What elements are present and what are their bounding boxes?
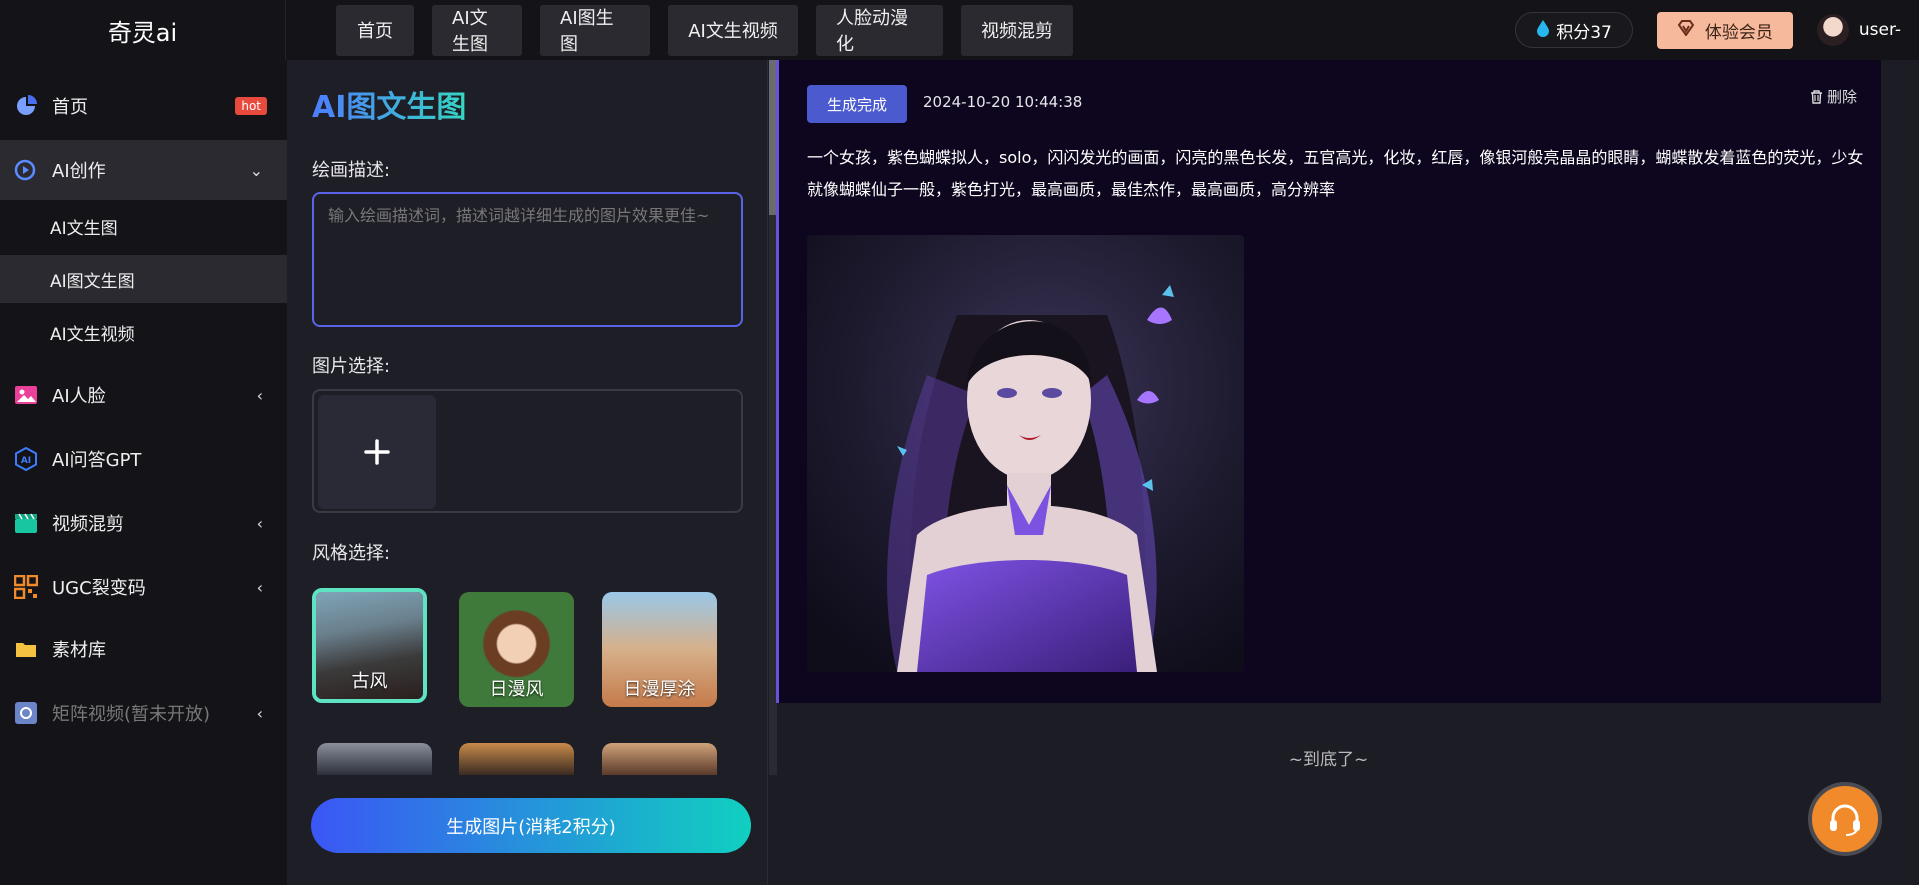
sidebar-label: 首页 bbox=[52, 97, 88, 118]
water-drop-icon bbox=[1536, 19, 1550, 42]
sidebar-subitem-ai-image-text-to-image[interactable]: AI图文生图 bbox=[0, 255, 287, 303]
sidebar-item-assets[interactable]: 素材库 bbox=[0, 620, 287, 678]
result-prompt-text: 一个女孩，紫色蝴蝶拟人，solo，闪闪发光的画面，闪亮的黑色长发，五官高光，化妆… bbox=[807, 148, 1864, 199]
sidebar-item-home[interactable]: 首页 hot bbox=[0, 77, 287, 135]
points-text: 积分37 bbox=[1556, 22, 1612, 43]
topnav-ai-text-to-video[interactable]: AI文生视频 bbox=[668, 4, 798, 56]
app-logo[interactable]: 奇灵ai bbox=[0, 0, 286, 60]
prompt-textarea[interactable]: 输入绘画描述词，描述词越详细生成的图片效果更佳~ bbox=[312, 192, 743, 327]
folder-icon bbox=[14, 637, 38, 661]
sidebar-item-video-mix[interactable]: 视频混剪 ‹ bbox=[0, 494, 287, 552]
sidebar-item-ai-gpt[interactable]: AI AI问答GPT bbox=[0, 430, 287, 488]
sidebar-subitem-ai-text-to-video[interactable]: AI文生视频 bbox=[0, 308, 287, 356]
points-badge[interactable]: 积分37 bbox=[1515, 12, 1633, 48]
plus-icon bbox=[364, 439, 390, 465]
vip-button[interactable]: 体验会员 bbox=[1656, 11, 1793, 49]
generation-form-panel: AI图文生图 绘画描述: 输入绘画描述词，描述词越详细生成的图片效果更佳~ 图片… bbox=[287, 60, 777, 885]
header-actions: 积分37 体验会员 user- bbox=[1515, 0, 1901, 60]
style-card-anime[interactable]: 日漫风 bbox=[459, 592, 574, 707]
sidebar-label: AI问答GPT bbox=[52, 450, 142, 471]
avatar bbox=[1816, 14, 1849, 46]
ai-chat-icon: AI bbox=[14, 447, 38, 471]
topnav-ai-image-to-image[interactable]: AI图生图 bbox=[540, 4, 650, 56]
sidebar-label: 素材库 bbox=[52, 640, 106, 661]
svg-text:AI: AI bbox=[21, 456, 31, 466]
generate-button[interactable]: 生成图片(消耗2积分) bbox=[311, 798, 751, 853]
status-badge: 生成完成 bbox=[807, 85, 907, 123]
qr-code-icon bbox=[14, 575, 38, 599]
style-card-partial[interactable] bbox=[459, 743, 574, 775]
vip-label: 体验会员 bbox=[1704, 22, 1773, 43]
result-card: 生成完成 2024-10-20 10:44:38 删除 一个女孩，紫色蝴蝶拟人，… bbox=[776, 60, 1881, 703]
image-upload-area bbox=[312, 389, 743, 513]
topnav-home[interactable]: 首页 bbox=[336, 4, 414, 56]
style-thumbnail bbox=[317, 743, 432, 775]
style-label: 古风 bbox=[351, 671, 388, 692]
sidebar-label: 视频混剪 bbox=[52, 514, 124, 535]
style-card-ancient[interactable]: 古风 bbox=[312, 588, 427, 703]
chevron-left-icon: ‹ bbox=[256, 385, 263, 405]
topnav-video-mix[interactable]: 视频混剪 bbox=[961, 4, 1073, 56]
image-icon bbox=[14, 383, 38, 407]
sidebar-item-ugc[interactable]: UGC裂变码 ‹ bbox=[0, 558, 287, 616]
style-label: 日漫厚涂 bbox=[623, 679, 696, 700]
sidebar-label: UGC裂变码 bbox=[52, 578, 146, 599]
style-card-anime-thick-paint[interactable]: 日漫厚涂 bbox=[602, 592, 717, 707]
image-select-label: 图片选择: bbox=[312, 356, 391, 377]
topnav-face-anime[interactable]: 人脸动漫化 bbox=[816, 4, 943, 56]
trash-icon bbox=[1810, 89, 1822, 104]
ai-create-icon bbox=[14, 158, 38, 182]
customer-service-button[interactable] bbox=[1808, 782, 1882, 856]
generated-image[interactable] bbox=[807, 235, 1244, 672]
page-title: AI图文生图 bbox=[312, 82, 466, 126]
style-label: 日漫风 bbox=[489, 679, 544, 700]
style-select-label: 风格选择: bbox=[312, 543, 391, 564]
upload-button[interactable] bbox=[318, 395, 436, 509]
top-bar: 奇灵ai 首页 AI文生图 AI图生图 AI文生视频 人脸动漫化 视频混剪 积分… bbox=[0, 0, 1919, 60]
topnav-ai-text-to-image[interactable]: AI文生图 bbox=[432, 4, 522, 56]
prompt-label: 绘画描述: bbox=[312, 160, 391, 181]
user-menu[interactable]: user- bbox=[1816, 14, 1901, 46]
hot-badge: hot bbox=[235, 97, 267, 115]
diamond-icon bbox=[1677, 19, 1695, 41]
delete-label: 删除 bbox=[1826, 88, 1857, 106]
sidebar: 首页 hot AI创作 ⌄ AI文生图 AI图文生图 AI文生视频 AI人脸 ‹… bbox=[0, 60, 287, 885]
sidebar-item-ai-create[interactable]: AI创作 ⌄ bbox=[0, 140, 287, 200]
top-nav: 首页 AI文生图 AI图生图 AI文生视频 人脸动漫化 视频混剪 bbox=[336, 4, 1073, 56]
style-card-partial[interactable] bbox=[317, 743, 432, 775]
style-thumbnail bbox=[459, 743, 574, 775]
sidebar-item-ai-face[interactable]: AI人脸 ‹ bbox=[0, 366, 287, 424]
matrix-video-icon bbox=[14, 701, 38, 725]
pie-chart-icon bbox=[14, 94, 38, 118]
sidebar-item-matrix-video[interactable]: 矩阵视频(暂未开放) ‹ bbox=[0, 684, 287, 742]
sidebar-subitem-ai-text-to-image[interactable]: AI文生图 bbox=[0, 202, 287, 250]
chevron-left-icon: ‹ bbox=[256, 703, 263, 723]
sidebar-label: 矩阵视频(暂未开放) bbox=[52, 704, 211, 725]
style-thumbnail bbox=[602, 743, 717, 775]
headset-icon bbox=[1830, 804, 1860, 836]
sidebar-label: AI创作 bbox=[52, 161, 106, 182]
style-card-partial[interactable] bbox=[602, 743, 717, 775]
chevron-down-icon: ⌄ bbox=[249, 160, 263, 180]
chevron-left-icon: ‹ bbox=[256, 513, 263, 533]
sidebar-label: AI人脸 bbox=[52, 386, 106, 407]
end-of-list-text: ~到底了~ bbox=[1288, 750, 1369, 770]
result-timestamp: 2024-10-20 10:44:38 bbox=[923, 93, 1083, 111]
chevron-left-icon: ‹ bbox=[256, 577, 263, 597]
clapperboard-icon bbox=[14, 511, 38, 535]
username: user- bbox=[1858, 20, 1901, 40]
delete-button[interactable]: 删除 bbox=[1810, 86, 1857, 107]
